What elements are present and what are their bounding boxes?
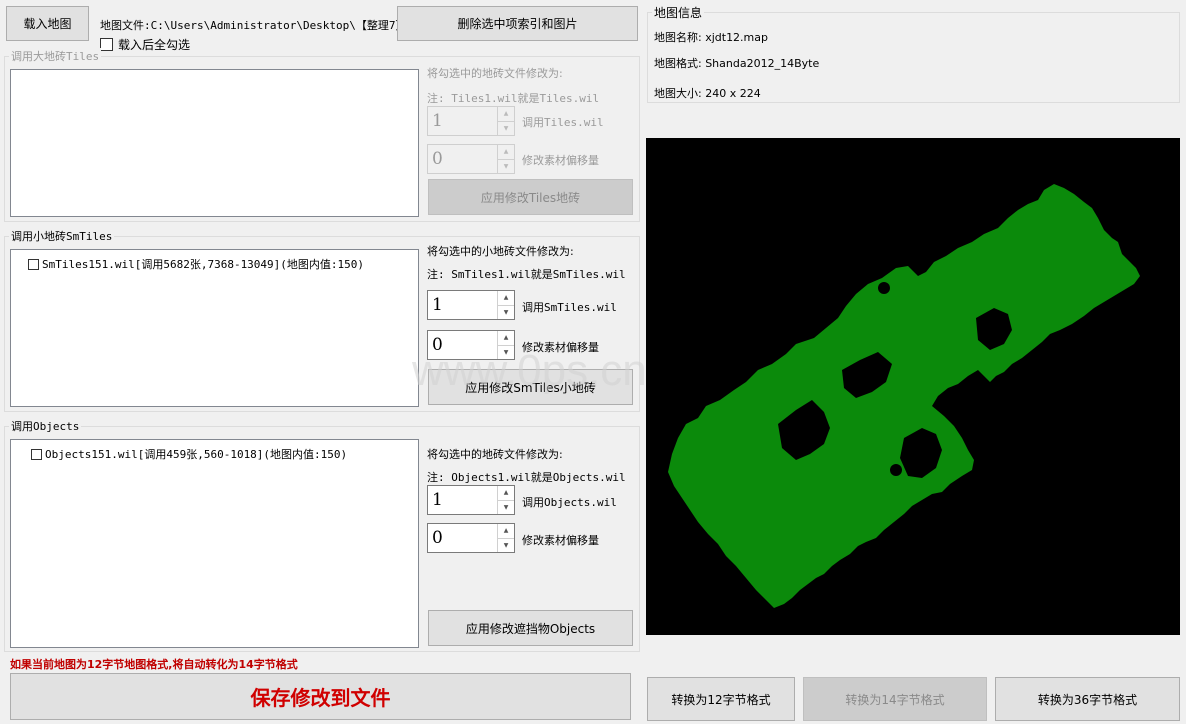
tiles-offset-label: 修改素材偏移量 (522, 154, 599, 167)
map-name: 地图名称: xjdt12.map (654, 31, 768, 44)
smtiles-index-value: 1 (432, 295, 443, 315)
select-all-label: 载入后全勾选 (118, 38, 191, 52)
tiles-offset-value: 0 (432, 149, 443, 169)
list-item[interactable]: Objects151.wil[调用459张,560-1018](地图内值:150… (31, 446, 347, 462)
smtiles-modify-hint: 将勾选中的小地砖文件修改为: (427, 245, 574, 258)
tiles-listbox[interactable] (10, 69, 419, 217)
apply-objects-button[interactable]: 应用修改遮挡物Objects (428, 610, 633, 646)
load-map-button[interactable]: 载入地图 (6, 6, 89, 41)
spin-down-icon[interactable]: ▼ (498, 499, 514, 515)
smtiles-item-label: SmTiles151.wil[调用5682张,7368-13049](地图内值:… (42, 258, 365, 271)
smtiles-listbox[interactable] (10, 249, 419, 407)
spin-up-icon[interactable]: ▲ (498, 145, 514, 159)
spin-up-icon[interactable]: ▲ (498, 524, 514, 538)
map-walkable-area (668, 184, 1140, 608)
spin-down-icon[interactable]: ▼ (498, 158, 514, 174)
convert-14byte-button[interactable]: 转换为14字节格式 (803, 677, 987, 721)
delete-selected-button[interactable]: 删除选中项索引和图片 (397, 6, 638, 41)
tiles-modify-hint: 将勾选中的地砖文件修改为: (427, 67, 563, 80)
spin-up-icon[interactable]: ▲ (498, 486, 514, 500)
objects-modify-hint: 将勾选中的地砖文件修改为: (427, 448, 563, 461)
objects-index-stepper[interactable]: 1 ▲ ▼ (427, 485, 515, 515)
objects-index-label: 调用Objects.wil (522, 496, 617, 509)
apply-tiles-button[interactable]: 应用修改Tiles地砖 (428, 179, 633, 215)
convert-36byte-button[interactable]: 转换为36字节格式 (995, 677, 1180, 721)
tiles-offset-stepper[interactable]: 0 ▲ ▼ (427, 144, 515, 174)
objects-item-label: Objects151.wil[调用459张,560-1018](地图内值:150… (45, 448, 348, 461)
tiles-index-label: 调用Tiles.wil (522, 116, 604, 129)
objects-offset-stepper[interactable]: 0 ▲ ▼ (427, 523, 515, 553)
map-format: 地图格式: Shanda2012_14Byte (654, 57, 820, 70)
objects-note: 注: Objects1.wil就是Objects.wil (427, 471, 626, 484)
convert-12byte-button[interactable]: 转换为12字节格式 (647, 677, 795, 721)
spin-down-icon[interactable]: ▼ (498, 304, 514, 320)
map-walkable-shape (668, 184, 1140, 608)
smtiles-note: 注: SmTiles1.wil就是SmTiles.wil (427, 268, 626, 281)
objects-listbox[interactable] (10, 439, 419, 648)
smtiles-offset-value: 0 (432, 335, 443, 355)
smtiles-index-label: 调用SmTiles.wil (522, 301, 617, 314)
select-all-after-load-checkbox[interactable]: 载入后全勾选 (100, 36, 190, 53)
objects-offset-value: 0 (432, 528, 443, 548)
save-to-file-button[interactable]: 保存修改到文件 (10, 673, 631, 720)
map-preview[interactable] (646, 138, 1180, 635)
checkbox-box[interactable] (100, 38, 113, 51)
map-size: 地图大小: 240 x 224 (654, 87, 761, 100)
spin-up-icon[interactable]: ▲ (498, 331, 514, 345)
smtiles-offset-label: 修改素材偏移量 (522, 341, 599, 354)
smtiles-offset-stepper[interactable]: 0 ▲ ▼ (427, 330, 515, 360)
tiles-note: 注: Tiles1.wil就是Tiles.wil (427, 92, 600, 105)
list-item[interactable]: SmTiles151.wil[调用5682张,7368-13049](地图内值:… (28, 256, 364, 272)
objects-index-value: 1 (432, 490, 443, 510)
objects-group-title: 调用Objects (9, 418, 82, 434)
spin-down-icon[interactable]: ▼ (498, 120, 514, 136)
map-file-path: 地图文件:C:\Users\Administrator\Desktop\【整理7… (100, 19, 414, 32)
tiles-index-stepper[interactable]: 1 ▲ ▼ (427, 106, 515, 136)
checkbox-box[interactable] (31, 448, 42, 460)
map-info-title: 地图信息 (652, 4, 705, 21)
spin-up-icon[interactable]: ▲ (498, 107, 514, 121)
spin-up-icon[interactable]: ▲ (498, 291, 514, 305)
spin-down-icon[interactable]: ▼ (498, 537, 514, 553)
apply-smtiles-button[interactable]: 应用修改SmTiles小地砖 (428, 369, 633, 405)
smtiles-index-stepper[interactable]: 1 ▲ ▼ (427, 290, 515, 320)
spin-down-icon[interactable]: ▼ (498, 344, 514, 360)
tiles-index-value: 1 (432, 111, 443, 131)
tiles-group-title: 调用大地砖Tiles (9, 48, 102, 64)
smtiles-group-title: 调用小地砖SmTiles (9, 228, 115, 244)
format-warning: 如果当前地图为12字节地图格式,将自动转化为14字节格式 (10, 658, 298, 671)
checkbox-box[interactable] (28, 258, 39, 270)
objects-offset-label: 修改素材偏移量 (522, 534, 599, 547)
